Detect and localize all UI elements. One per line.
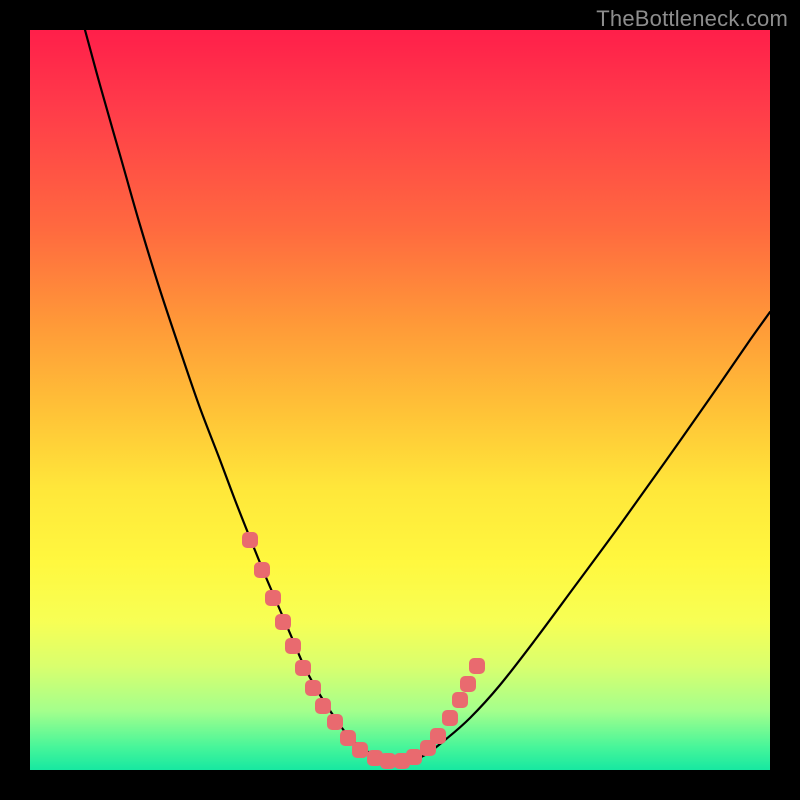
curve-marker <box>442 710 458 726</box>
bottleneck-curve <box>85 30 770 762</box>
curve-marker <box>285 638 301 654</box>
curve-marker <box>295 660 311 676</box>
curve-marker <box>380 753 396 769</box>
curve-marker <box>315 698 331 714</box>
curve-marker <box>430 728 446 744</box>
watermark-text: TheBottleneck.com <box>596 6 788 32</box>
curve-marker <box>406 749 422 765</box>
curve-marker <box>275 614 291 630</box>
curve-marker <box>242 532 258 548</box>
curve-marker <box>265 590 281 606</box>
curve-marker <box>305 680 321 696</box>
curve-marker <box>254 562 270 578</box>
curve-markers <box>242 532 485 769</box>
curve-marker <box>352 742 368 758</box>
curve-marker <box>327 714 343 730</box>
curve-marker <box>452 692 468 708</box>
curve-marker <box>469 658 485 674</box>
chart-overlay <box>30 30 770 770</box>
curve-marker <box>460 676 476 692</box>
